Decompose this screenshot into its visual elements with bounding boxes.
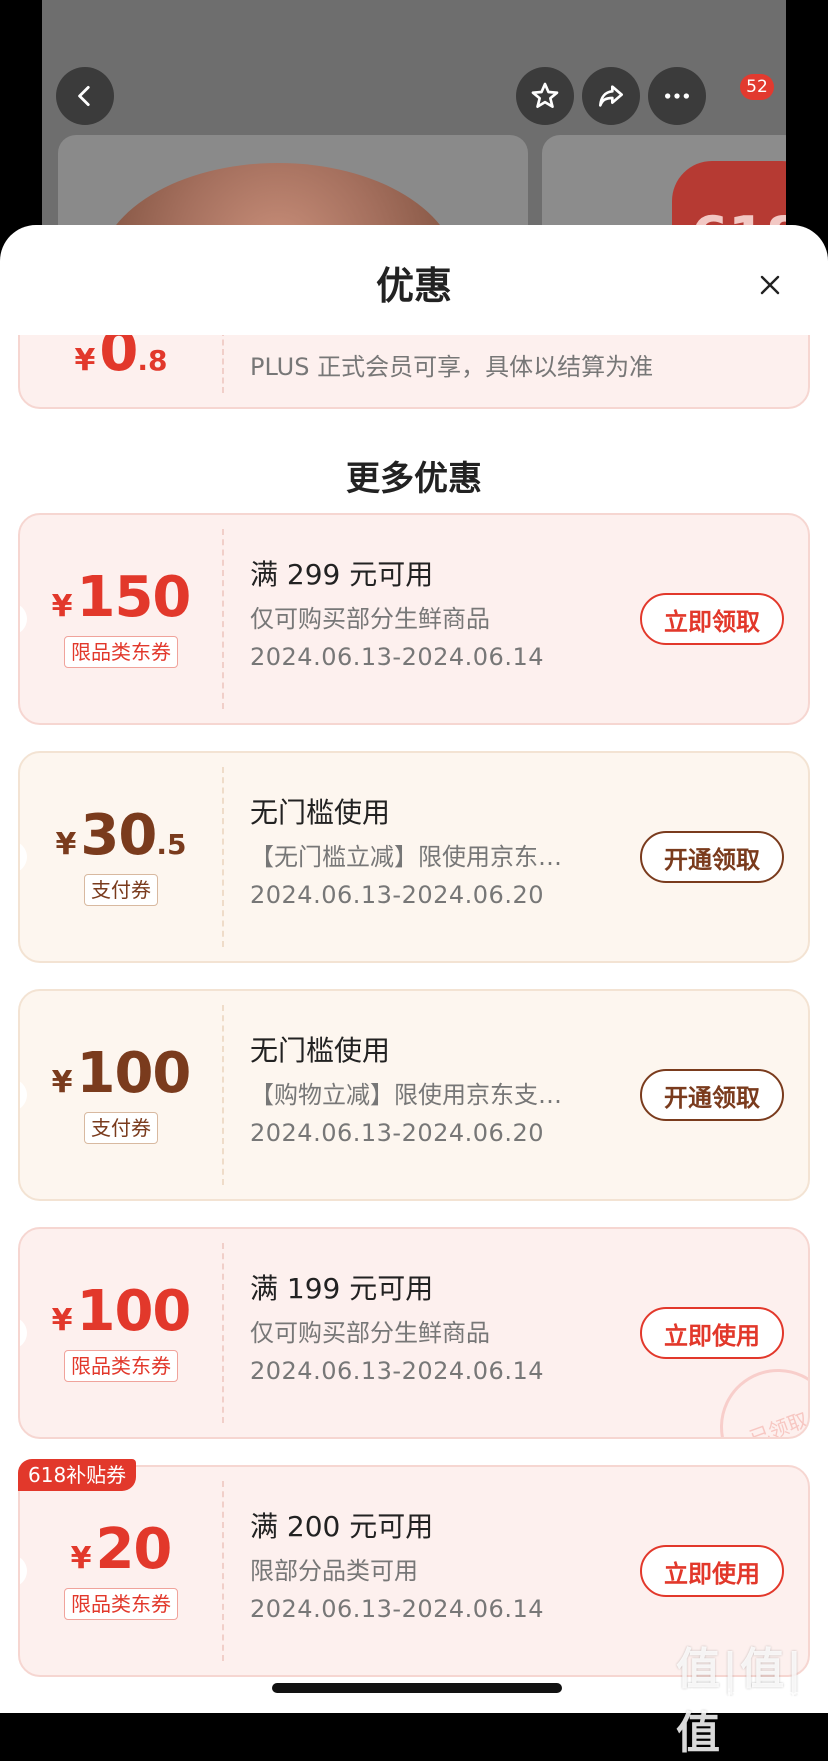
activate-claim-button[interactable]: 开通领取 bbox=[640, 831, 784, 883]
coupon-title: 无门槛使用 bbox=[250, 1034, 391, 1067]
favorite-button[interactable] bbox=[516, 67, 574, 125]
coupon-amount-pane: ¥100 限品类东券 bbox=[20, 1229, 222, 1437]
sheet-title: 优惠 bbox=[375, 264, 452, 308]
more-button[interactable] bbox=[648, 67, 706, 125]
coupon-amount-pane: ¥150 限品类东券 bbox=[20, 515, 222, 723]
coupon-date: 2024.06.13-2024.06.14 bbox=[250, 1357, 544, 1385]
coupon-desc: 【无门槛立减】限使用京东… bbox=[250, 843, 562, 871]
coupon-amount-pane: ¥0.8 bbox=[20, 335, 222, 407]
coupon-desc: 限部分品类可用 bbox=[250, 1557, 418, 1585]
coupon-amount-pane: ¥30.5 支付券 bbox=[20, 753, 222, 961]
share-button[interactable] bbox=[582, 67, 640, 125]
claimed-stamp: 已领取 bbox=[703, 1352, 808, 1437]
coupon-desc: 仅可购买部分生鲜商品 bbox=[250, 605, 490, 633]
chevron-left-icon bbox=[78, 85, 90, 107]
coupon-list[interactable]: ¥0.8 使用 PLUS 正式会员可享，具体以结算为准 更多优惠 ¥150 限品… bbox=[0, 335, 828, 1713]
subsidy-ribbon: 618补贴券 bbox=[18, 1459, 137, 1491]
coupon-amount: ¥100 bbox=[51, 1041, 192, 1106]
coupon-desc: 仅可购买部分生鲜商品 bbox=[250, 1319, 490, 1347]
coupon-divider bbox=[222, 335, 224, 393]
activate-claim-button[interactable]: 开通领取 bbox=[640, 1069, 784, 1121]
coupon-card[interactable]: ¥100 支付券 无门槛使用 【购物立减】限使用京东支… 2024.06.13-… bbox=[18, 989, 810, 1201]
coupon-title: 无门槛使用 bbox=[250, 796, 391, 829]
home-indicator[interactable] bbox=[272, 1683, 562, 1693]
coupon-date: 2024.06.13-2024.06.20 bbox=[250, 881, 544, 909]
coupon-amount: ¥20 bbox=[70, 1517, 173, 1582]
coupon-type-tag: 支付券 bbox=[84, 874, 158, 906]
watermark-url: zhizhizhi.com bbox=[680, 1686, 802, 1707]
coupon-amount: ¥150 bbox=[51, 565, 192, 630]
coupon-amount: ¥30.5 bbox=[55, 803, 187, 868]
coupon-type-tag: 限品类东券 bbox=[64, 636, 178, 668]
coupon-amount-pane: ¥20 限品类东券 bbox=[20, 1467, 222, 1675]
coupon-amount: ¥0.8 bbox=[74, 335, 168, 384]
notification-count-badge: 52 bbox=[740, 74, 774, 100]
coupon-amount-pane: ¥100 支付券 bbox=[20, 991, 222, 1199]
more-offers-title: 更多优惠 bbox=[346, 459, 482, 499]
use-now-button[interactable]: 立即使用 bbox=[640, 1307, 784, 1359]
close-icon bbox=[760, 275, 780, 295]
coupon-desc: PLUS 正式会员可享，具体以结算为准 bbox=[250, 353, 654, 381]
coupon-card[interactable]: ¥30.5 支付券 无门槛使用 【无门槛立减】限使用京东… 2024.06.13… bbox=[18, 751, 810, 963]
coupon-date: 2024.06.13-2024.06.20 bbox=[250, 1119, 544, 1147]
claim-button[interactable]: 立即领取 bbox=[640, 593, 784, 645]
coupon-title: 满 200 元可用 bbox=[250, 1510, 434, 1543]
coupon-card[interactable]: ¥100 限品类东券 满 199 元可用 仅可购买部分生鲜商品 2024.06.… bbox=[18, 1227, 810, 1439]
close-button[interactable] bbox=[752, 267, 788, 303]
coupon-date: 2024.06.13-2024.06.14 bbox=[250, 643, 544, 671]
coupon-type-tag: 限品类东券 bbox=[64, 1350, 178, 1382]
star-icon bbox=[531, 82, 559, 108]
discount-sheet: 优惠 ¥0.8 使用 PLUS 正式会员可享，具体以结算为准 更多优惠 bbox=[0, 225, 828, 1713]
coupon-title: 满 199 元可用 bbox=[250, 1272, 434, 1305]
coupon-title: 使用 bbox=[250, 335, 306, 337]
coupon-amount: ¥100 bbox=[51, 1279, 192, 1344]
coupon-desc: 【购物立减】限使用京东支… bbox=[250, 1081, 562, 1109]
back-button[interactable] bbox=[56, 67, 114, 125]
use-now-button[interactable]: 立即使用 bbox=[640, 1545, 784, 1597]
share-icon bbox=[599, 85, 623, 107]
coupon-card-plus[interactable]: ¥0.8 使用 PLUS 正式会员可享，具体以结算为准 bbox=[18, 335, 810, 409]
coupon-type-tag: 支付券 bbox=[84, 1112, 158, 1144]
more-dots-icon bbox=[665, 93, 689, 99]
coupon-type-tag: 限品类东券 bbox=[64, 1588, 178, 1620]
coupon-date: 2024.06.13-2024.06.14 bbox=[250, 1595, 544, 1623]
coupon-title: 满 299 元可用 bbox=[250, 558, 434, 591]
coupon-card[interactable]: ¥150 限品类东券 满 299 元可用 仅可购买部分生鲜商品 2024.06.… bbox=[18, 513, 810, 725]
